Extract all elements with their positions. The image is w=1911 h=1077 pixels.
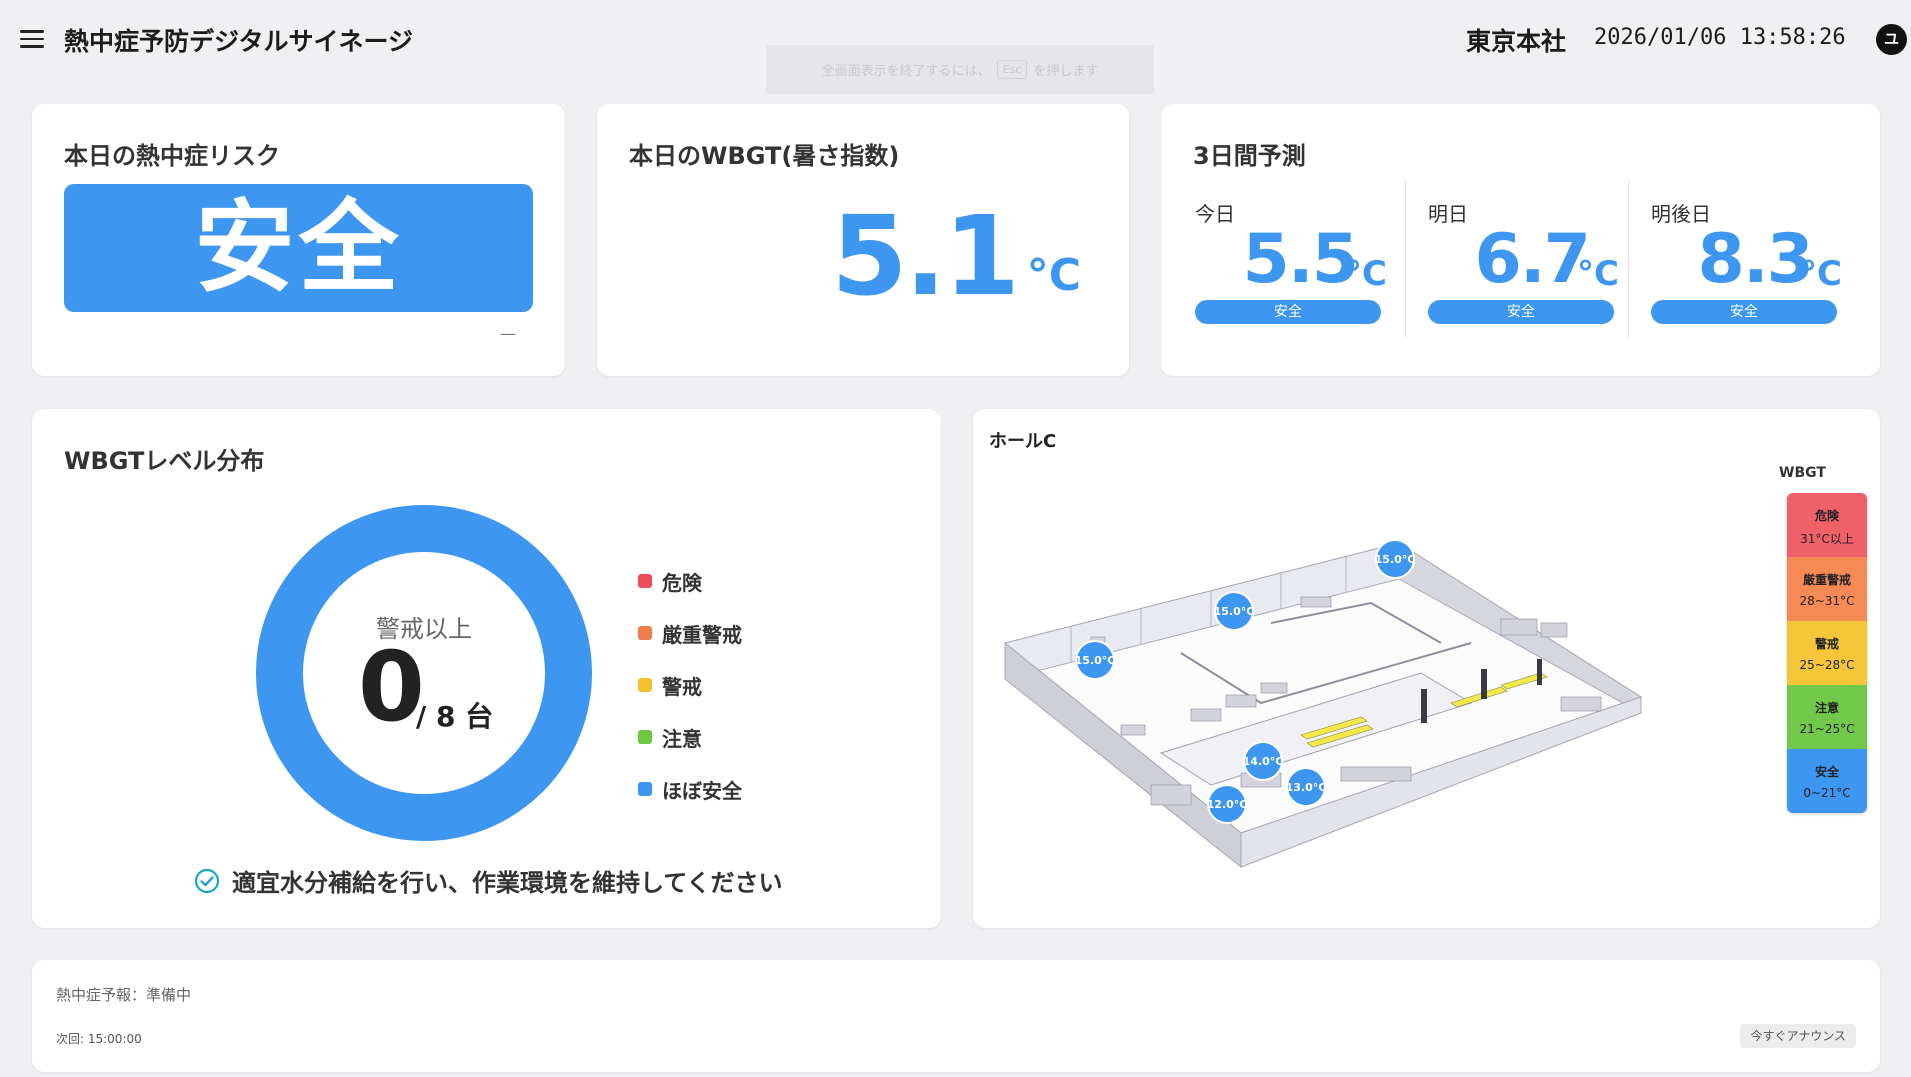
legend-swatch <box>638 678 652 692</box>
legend-swatch <box>638 730 652 744</box>
sensor-label: 15.0°C <box>1375 553 1416 566</box>
clock: 2026/01/06 13:58:26 <box>1594 25 1846 50</box>
location-label: 東京本社 <box>1466 27 1567 56</box>
risk-card: 本日の熱中症リスク 安全 — <box>32 104 565 376</box>
legend-label: 厳重警戒 <box>662 622 742 647</box>
legend-item-warning: 警戒 <box>638 659 742 711</box>
advice-text: 適宜水分補給を行い、作業環境を維持してください <box>232 869 783 897</box>
legend-name: 安全 <box>1814 765 1839 779</box>
menu-icon[interactable] <box>20 30 44 48</box>
sensor-label: 13.0°C <box>1286 781 1327 794</box>
check-circle-icon <box>194 868 220 893</box>
toast-prefix: 全画面表示を終了するには、 <box>821 64 991 79</box>
legend-label: ほぼ安全 <box>662 778 742 803</box>
wbgt-card: 本日のWBGT(暑さ指数) 5.1 °C <box>597 104 1129 376</box>
legend-item-safe: ほぼ安全 <box>638 763 742 815</box>
legend-label: 警戒 <box>662 674 702 699</box>
forecast-day-after: 明後日 8.3 °C 安全 <box>1628 180 1850 338</box>
forecast-value: 8.3 <box>1697 220 1814 299</box>
donut-count: 0 <box>358 631 425 743</box>
legend-swatch <box>638 574 652 588</box>
legend-name: 警戒 <box>1814 637 1839 651</box>
esc-key: Esc <box>996 60 1028 79</box>
legend-name: 危険 <box>1814 509 1839 523</box>
sensor-label: 14.0°C <box>1243 755 1284 768</box>
risk-note: — <box>500 324 516 343</box>
avatar[interactable]: ユ <box>1876 24 1907 55</box>
legend-name: 注意 <box>1814 701 1839 715</box>
risk-title: 本日の熱中症リスク <box>64 142 280 170</box>
wbgt-legend-warning: 警戒 25~28°C <box>1787 621 1867 685</box>
announcement-next: 次回: 15:00:00 <box>56 1032 142 1046</box>
forecast-day-today: 今日 5.5 °C 安全 <box>1173 180 1395 338</box>
forecast-unit: °C <box>1345 254 1387 294</box>
announcement-card: 熱中症予報：準備中 次回: 15:00:00 今すぐアナウンス <box>32 960 1880 1072</box>
forecast-level-badge: 安全 <box>1651 300 1837 324</box>
donut-total: / 8 台 <box>416 700 494 733</box>
wbgt-legend-severe: 厳重警戒 28~31°C <box>1787 557 1867 621</box>
forecast-value: 6.7 <box>1474 220 1591 299</box>
advice-message: 適宜水分補給を行い、作業環境を維持してください <box>194 863 783 898</box>
announcement-status: 熱中症予報：準備中 <box>56 986 192 1004</box>
announce-now-button[interactable]: 今すぐアナウンス <box>1740 1024 1856 1048</box>
wbgt-title: 本日のWBGT(暑さ指数) <box>629 142 900 170</box>
legend-range: 28~31°C <box>1799 594 1855 608</box>
distribution-title: WBGTレベル分布 <box>64 447 265 475</box>
legend-item-severe: 厳重警戒 <box>638 607 742 659</box>
floor-map-card: ホールC 15.0°C 15.0°C 15.0°C 14.0°C 13.0°C … <box>973 409 1880 928</box>
distribution-legend: 危険 厳重警戒 警戒 注意 ほぼ安全 <box>638 555 742 815</box>
hall-name: ホールC <box>989 431 1057 452</box>
forecast-unit: °C <box>1800 254 1842 294</box>
app-title: 熱中症予防デジタルサイネージ <box>64 27 414 56</box>
legend-range: 0~21°C <box>1803 786 1851 800</box>
fullscreen-toast: 全画面表示を終了するには、 Esc を押します <box>766 45 1154 94</box>
legend-range: 31°C以上 <box>1800 532 1854 546</box>
wbgt-legend-caution: 注意 21~25°C <box>1787 685 1867 749</box>
legend-item-caution: 注意 <box>638 711 742 763</box>
forecast-unit: °C <box>1577 254 1619 294</box>
forecast-day-label: 明日 <box>1428 202 1468 226</box>
legend-item-danger: 危険 <box>638 555 742 607</box>
sensor-label: 12.0°C <box>1207 798 1248 811</box>
forecast-day-label: 今日 <box>1195 202 1235 226</box>
legend-swatch <box>638 626 652 640</box>
risk-level-badge: 安全 <box>64 184 533 312</box>
legend-range: 25~28°C <box>1799 658 1855 672</box>
legend-range: 21~25°C <box>1799 722 1855 736</box>
wbgt-legend-title: WBGT <box>1779 465 1826 481</box>
wbgt-value: 5.1 <box>831 192 1020 320</box>
forecast-day-tomorrow: 明日 6.7 °C 安全 <box>1405 180 1627 338</box>
wbgt-legend-danger: 危険 31°C以上 <box>1787 493 1867 557</box>
legend-swatch <box>638 782 652 796</box>
wbgt-legend: 危険 31°C以上 厳重警戒 28~31°C 警戒 25~28°C 注意 21~25°C… <box>1787 493 1867 813</box>
wbgt-unit: °C <box>1026 250 1081 301</box>
floor-plan-image: 15.0°C 15.0°C 15.0°C 14.0°C 13.0°C 12.0°… <box>1003 539 1643 869</box>
wbgt-legend-safe: 安全 0~21°C <box>1787 749 1867 813</box>
toast-suffix: を押します <box>1033 64 1099 79</box>
forecast-card: 3日間予測 今日 5.5 °C 安全 明日 6.7 °C 安全 明後日 8.3 … <box>1161 104 1880 376</box>
forecast-value: 5.5 <box>1242 220 1359 299</box>
legend-name: 厳重警戒 <box>1802 573 1851 587</box>
sensor-label: 15.0°C <box>1075 654 1116 667</box>
forecast-level-badge: 安全 <box>1195 300 1381 324</box>
sensor-label: 15.0°C <box>1214 605 1255 618</box>
forecast-title: 3日間予測 <box>1193 142 1306 170</box>
forecast-level-badge: 安全 <box>1428 300 1614 324</box>
legend-label: 注意 <box>662 726 702 751</box>
legend-label: 危険 <box>662 570 702 595</box>
distribution-card: WBGTレベル分布 警戒以上 0 / 8 台 危険 厳重警戒 警戒 注意 ほぼ安… <box>32 409 941 928</box>
